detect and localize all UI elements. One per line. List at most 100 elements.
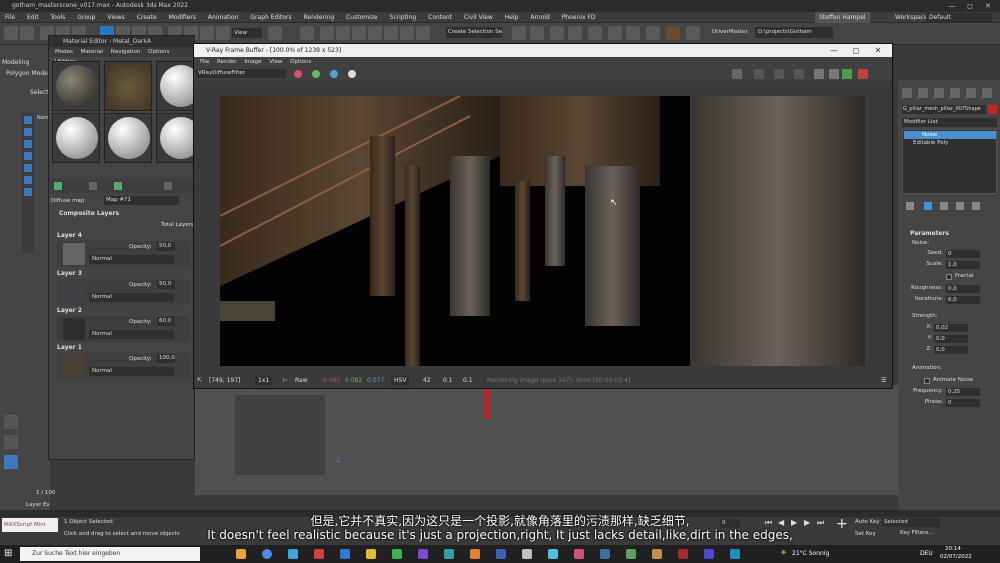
taskbar-app-icon-9[interactable]: [444, 549, 454, 559]
roughness-field[interactable]: 0,0: [946, 285, 980, 293]
menu-edit[interactable]: Edit: [22, 12, 44, 23]
layer-2-header[interactable]: Layer 2: [57, 307, 82, 314]
parameters-rollout[interactable]: Parameters: [910, 230, 949, 237]
material-editor-icon[interactable]: [588, 26, 602, 40]
motion-tab-icon[interactable]: [950, 88, 960, 98]
vfb-menu-file[interactable]: File: [197, 59, 212, 65]
project-folder-dropdown[interactable]: D:\projects\Gotham: [755, 27, 833, 38]
layer-1-opacity[interactable]: 100,0: [157, 354, 175, 363]
taskbar-app-icon-17[interactable]: [652, 549, 662, 559]
taskbar-app-icon-4[interactable]: [314, 549, 324, 559]
angle-snap-icon[interactable]: [336, 26, 350, 40]
layer-4-blend-mode[interactable]: Normal: [89, 255, 174, 264]
vfb-minimize-button[interactable]: —: [824, 44, 844, 57]
vray-vfb-icon[interactable]: [686, 26, 700, 40]
fractal-checkbox[interactable]: [946, 274, 952, 280]
taskbar-app-icon-20[interactable]: [730, 549, 740, 559]
schematic-view-icon[interactable]: [568, 26, 582, 40]
minimize-button[interactable]: —: [944, 0, 960, 12]
mat-menu-options[interactable]: Options: [145, 49, 172, 55]
taskbar-app-icon-7[interactable]: [392, 549, 402, 559]
menu-views[interactable]: Views: [102, 12, 129, 23]
object-color-swatch[interactable]: [988, 105, 997, 114]
ribbon-tab-polygon-mode[interactable]: Polygon Mode: [6, 70, 48, 77]
undo-icon[interactable]: [4, 26, 18, 40]
strength-x-field[interactable]: 0,02: [934, 324, 968, 332]
reference-coordinate-dropdown[interactable]: View: [232, 28, 262, 38]
red-channel-icon[interactable]: [294, 70, 302, 78]
perspective-viewport[interactable]: ⊥: [195, 385, 900, 495]
get-material-icon[interactable]: [54, 182, 62, 190]
menu-civil-view[interactable]: Civil View: [459, 12, 498, 23]
taskbar-app-icon-14[interactable]: [574, 549, 584, 559]
pixel-info-icon[interactable]: ⇱: [197, 374, 202, 387]
viewport-layout-icon-3[interactable]: [4, 455, 18, 469]
ribbon-tab-modeling[interactable]: Modeling: [2, 59, 29, 66]
taskbar-app-icon-5[interactable]: [340, 549, 350, 559]
menu-phoenix-fd[interactable]: Phoenix FD: [557, 12, 601, 23]
taskbar-app-icon-6[interactable]: [366, 549, 376, 559]
menu-rendering[interactable]: Rendering: [299, 12, 340, 23]
menu-tools[interactable]: Tools: [46, 12, 71, 23]
green-channel-icon[interactable]: [312, 70, 320, 78]
strength-y-field[interactable]: 0,0: [934, 335, 968, 343]
material-slot-6[interactable]: [156, 113, 202, 163]
spinner-snap-icon[interactable]: [368, 26, 382, 40]
phase-field[interactable]: 0: [946, 399, 980, 407]
layer-4-opacity[interactable]: 50,0: [157, 242, 175, 251]
stack-item-editable-poly[interactable]: Editable Poly: [904, 140, 948, 146]
remove-modifier-icon[interactable]: [956, 202, 964, 210]
mat-menu-modes[interactable]: Modes: [52, 49, 76, 55]
layer-4-thumbnail[interactable]: [63, 243, 85, 265]
pillar-object[interactable]: [483, 387, 489, 419]
animate-noise-checkbox[interactable]: [924, 378, 930, 384]
composite-layers-rollout[interactable]: Composite Layers: [59, 210, 119, 217]
select-manipulate-icon[interactable]: [300, 26, 314, 40]
layer-3-opacity[interactable]: 50,0: [157, 280, 175, 289]
user-account[interactable]: Steffen Hampel: [815, 12, 870, 23]
stack-item-noise[interactable]: Noise: [904, 131, 996, 139]
taskbar-search-box[interactable]: Zur Suche Text hier eingeben: [20, 547, 200, 561]
layer-2-opacity[interactable]: 60,0: [157, 317, 175, 326]
menu-content[interactable]: Content: [423, 12, 457, 23]
delete-material-icon[interactable]: [89, 182, 97, 190]
scale-field[interactable]: 1,0: [946, 261, 980, 269]
color-picker-icon[interactable]: ⊢: [283, 374, 288, 387]
menu-group[interactable]: Group: [72, 12, 100, 23]
material-slot-2[interactable]: [104, 61, 152, 111]
vfb-menu-options[interactable]: Options: [287, 59, 314, 65]
taskbar-app-icon-2[interactable]: [262, 549, 272, 559]
vfb-history-icon[interactable]: ☰: [881, 374, 886, 387]
taskbar-app-icon-3[interactable]: [288, 549, 298, 559]
menu-file[interactable]: File: [0, 12, 20, 23]
region-render-icon[interactable]: [814, 69, 824, 79]
menu-arnold[interactable]: Arnold: [525, 12, 554, 23]
track-mouse-icon[interactable]: [794, 69, 804, 79]
duplicate-to-mfb-icon[interactable]: [774, 69, 784, 79]
maximize-button[interactable]: ◻: [962, 0, 978, 12]
select-place-icon[interactable]: [216, 26, 230, 40]
taskbar-app-icon-15[interactable]: [600, 549, 610, 559]
hierarchy-tab-icon[interactable]: [934, 88, 944, 98]
layer-2-blend-mode[interactable]: Normal: [89, 330, 174, 339]
material-slot-4[interactable]: [52, 113, 100, 163]
utilities-tab-icon[interactable]: [982, 88, 992, 98]
vfb-maximize-button[interactable]: ◻: [846, 44, 866, 57]
curve-editor-icon[interactable]: [550, 26, 564, 40]
mirror-icon[interactable]: [400, 26, 414, 40]
space-warps-filter-icon[interactable]: [24, 188, 32, 196]
vfb-menu-render[interactable]: Render: [214, 59, 240, 65]
color-space-dropdown[interactable]: HSV: [391, 376, 410, 385]
configure-sets-icon[interactable]: [972, 202, 980, 210]
cameras-filter-icon[interactable]: [24, 164, 32, 172]
workspaces-dropdown[interactable]: Default: [926, 13, 992, 22]
modifier-list-dropdown[interactable]: Modifier List: [902, 118, 997, 127]
viewport-layout-icon-2[interactable]: [4, 435, 18, 449]
material-slot-5[interactable]: [104, 113, 152, 163]
clock-time[interactable]: 20:14: [945, 546, 961, 552]
taskbar-app-icon-19[interactable]: [704, 549, 714, 559]
taskbar-app-icon-13[interactable]: [548, 549, 558, 559]
layer-4-header[interactable]: Layer 4: [57, 232, 82, 239]
create-tab-icon[interactable]: [902, 88, 912, 98]
toggle-layer-explorer-icon[interactable]: [530, 26, 544, 40]
